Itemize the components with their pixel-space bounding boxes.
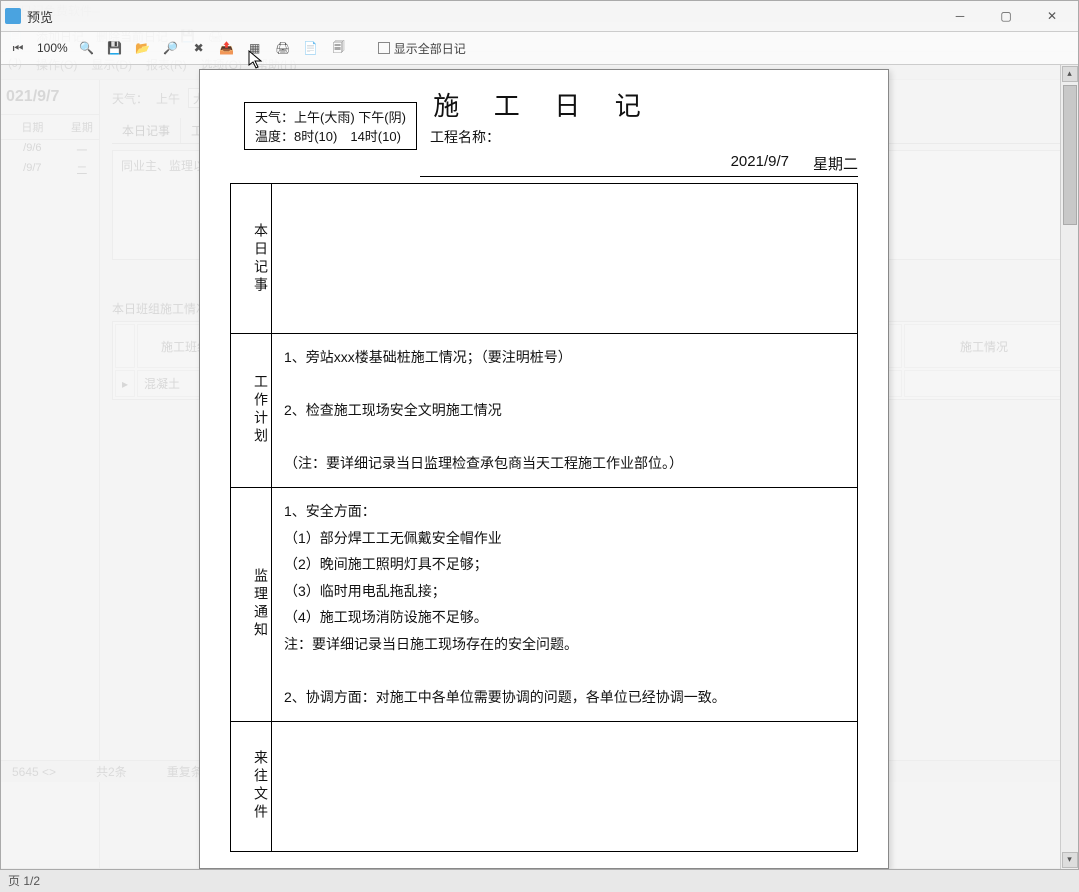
section-body-docs [272, 721, 858, 851]
notice-l7: 2、协调方面：对施工中各单位需要协调的问题，各单位已经协调一致。 [284, 684, 845, 711]
page-status: 页 1/2 [8, 872, 40, 889]
vertical-scrollbar[interactable]: ▴ ▾ [1060, 65, 1078, 869]
section-body-plan: 1、旁站xxx楼基础桩施工情况；（要注明桩号） 2、检查施工现场安全文明施工情况… [272, 334, 858, 488]
doc-weekday: 星期二 [813, 153, 858, 174]
doc-weather-line: 天气：上午(大雨) 下午(阴) [255, 107, 406, 126]
document-page: 天气：上午(大雨) 下午(阴) 温度：8时(10) 14时(10) 施 工 日 … [199, 69, 889, 869]
section-head-today: 本日记事 [231, 184, 272, 334]
show-all-checkbox[interactable]: 显示全部日记 [378, 40, 466, 57]
plan-line-1: 1、旁站xxx楼基础桩施工情况；（要注明桩号） [284, 344, 845, 371]
plan-line-2: 2、检查施工现场安全文明施工情况 [284, 397, 845, 424]
scroll-up-icon[interactable]: ▴ [1062, 66, 1078, 82]
delete-icon[interactable]: ✖ [190, 39, 208, 57]
doc-date: 2021/9/7 [731, 153, 789, 174]
scroll-thumb[interactable] [1063, 85, 1077, 225]
open-icon[interactable]: 📂 [134, 39, 152, 57]
doc-weather-box: 天气：上午(大雨) 下午(阴) 温度：8时(10) 14时(10) [244, 102, 417, 150]
zoom-value[interactable]: 100% [37, 41, 68, 55]
section-head-notice: 监理通知 [231, 487, 272, 721]
search-icon[interactable]: 🔎 [162, 39, 180, 57]
doc-project-label: 工程名称： [430, 127, 858, 147]
close-button[interactable]: ✕ [1030, 2, 1074, 30]
checkbox-icon [378, 42, 390, 54]
doc-table: 本日记事 工作计划 1、旁站xxx楼基础桩施工情况；（要注明桩号） 2、检查施工… [230, 183, 858, 852]
notice-l1: 1、安全方面： [284, 498, 845, 525]
plan-note: （注：要详细记录当日监理检查承包商当天工程施工作业部位。） [284, 450, 845, 477]
preview-content-area: 天气：上午(大雨) 下午(阴) 温度：8时(10) 14时(10) 施 工 日 … [1, 65, 1078, 869]
section-body-notice: 1、安全方面： （1）部分焊工工无佩戴安全帽作业 （2）晚间施工照明灯具不足够；… [272, 487, 858, 721]
doc-temp-line: 温度：8时(10) 14时(10) [255, 126, 406, 145]
section-head-docs: 来往文件 [231, 721, 272, 851]
notice-l2: （1）部分焊工工无佩戴安全帽作业 [284, 525, 845, 552]
print-icon[interactable]: 🖨 [274, 39, 292, 57]
preview-title: 预览 [27, 7, 53, 26]
preview-window: 预览 ─ ▢ ✕ ⏮ 100% 🔍 💾 📂 🔎 ✖ 📤 ▦ 🖨 📄 🗐 显示全部… [0, 0, 1079, 870]
notice-l3: （2）晚间施工照明灯具不足够； [284, 551, 845, 578]
grid-icon[interactable]: ▦ [246, 39, 264, 57]
zoom-in-icon[interactable]: 🔍 [78, 39, 96, 57]
preview-toolbar: ⏮ 100% 🔍 💾 📂 🔎 ✖ 📤 ▦ 🖨 📄 🗐 显示全部日记 [1, 31, 1078, 65]
notice-l4: （3）临时用电乱拖乱接； [284, 578, 845, 605]
doc-date-line: 2021/9/7 星期二 [420, 153, 858, 177]
preview-titlebar[interactable]: 预览 ─ ▢ ✕ [1, 1, 1078, 31]
app-icon [5, 8, 21, 24]
page-icon[interactable]: 📄 [302, 39, 320, 57]
section-head-plan: 工作计划 [231, 334, 272, 488]
multi-page-icon[interactable]: 🗐 [330, 39, 348, 57]
minimize-button[interactable]: ─ [938, 2, 982, 30]
first-page-icon[interactable]: ⏮ [9, 39, 27, 57]
show-all-label: 显示全部日记 [394, 40, 466, 57]
export-icon[interactable]: 📤 [218, 39, 236, 57]
section-body-today [272, 184, 858, 334]
notice-l5: （4）施工现场消防设施不足够。 [284, 604, 845, 631]
notice-l6: 注：要详细记录当日施工现场存在的安全问题。 [284, 631, 845, 658]
save-icon[interactable]: 💾 [106, 39, 124, 57]
maximize-button[interactable]: ▢ [984, 2, 1028, 30]
scroll-down-icon[interactable]: ▾ [1062, 852, 1078, 868]
page-status-bar: 页 1/2 [0, 868, 1079, 892]
